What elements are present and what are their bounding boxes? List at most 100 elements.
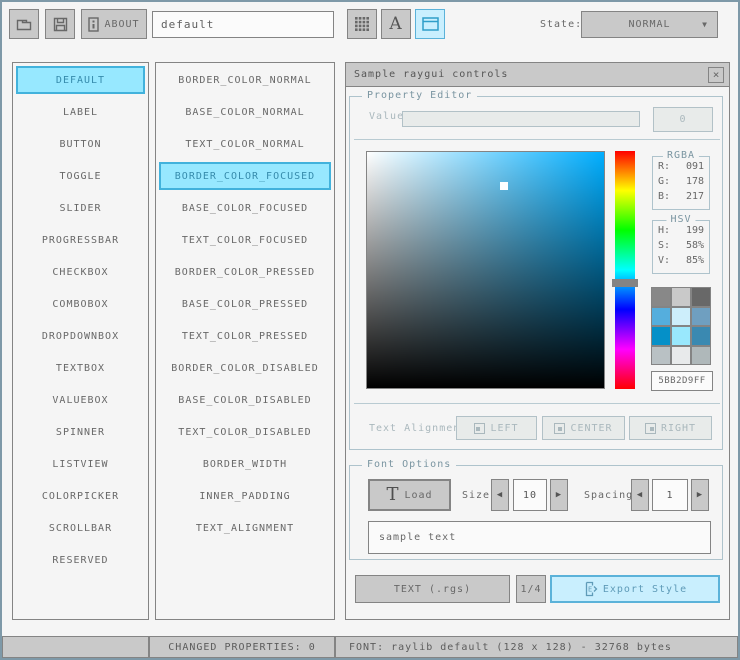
color-saturation-value-panel[interactable] <box>366 151 605 389</box>
list-item-base_color_normal[interactable]: BASE_COLOR_NORMAL <box>159 98 331 126</box>
list-item-base_color_pressed[interactable]: BASE_COLOR_PRESSED <box>159 290 331 318</box>
s-label: S: <box>658 240 671 251</box>
color-cursor[interactable] <box>500 182 509 191</box>
align-right-button[interactable]: RIGHT <box>629 416 712 440</box>
color-swatch-11[interactable] <box>692 346 710 364</box>
controls-list: DEFAULT LABEL BUTTON TOGGLE SLIDER PROGRESSBA… <box>12 62 149 620</box>
spacing-increment-button[interactable]: ▶ <box>691 479 709 511</box>
font-a-icon: A <box>389 14 403 34</box>
close-icon[interactable]: × <box>708 67 724 83</box>
font-options-group: Font Options T Load Size: ◀ 10 ▶ Spacing… <box>349 459 723 560</box>
arrow-left-icon: ◀ <box>636 490 644 500</box>
properties-list: BORDER_COLOR_NORMAL BASE_COLOR_NORMAL TEXT… <box>155 62 335 620</box>
export-style-button[interactable]: E Export Style <box>550 575 720 603</box>
list-item-colorpicker[interactable]: COLORPICKER <box>16 482 145 510</box>
controls-view-button[interactable] <box>415 9 445 39</box>
export-style-icon: E <box>583 581 598 597</box>
list-item-border_color_disabled[interactable]: BORDER_COLOR_DISABLED <box>159 354 331 382</box>
arrow-left-icon: ◀ <box>496 490 504 500</box>
value-slider[interactable] <box>402 111 640 127</box>
h-label: H: <box>658 225 671 236</box>
color-swatch-1[interactable] <box>672 288 690 306</box>
state-dropdown[interactable]: NORMAL ▼ <box>581 11 718 38</box>
color-swatch-0[interactable] <box>652 288 670 306</box>
list-item-border_color_normal[interactable]: BORDER_COLOR_NORMAL <box>159 66 331 94</box>
list-item-border_width[interactable]: BORDER_WIDTH <box>159 450 331 478</box>
list-item-spinner[interactable]: SPINNER <box>16 418 145 446</box>
list-item-border_color_pressed[interactable]: BORDER_COLOR_PRESSED <box>159 258 331 286</box>
style-table-view-button[interactable] <box>347 9 377 39</box>
b-label: B: <box>658 191 671 202</box>
list-item-text_color_normal[interactable]: TEXT_COLOR_NORMAL <box>159 130 331 158</box>
sample-text-box[interactable]: sample text <box>368 521 711 554</box>
size-increment-button[interactable]: ▶ <box>550 479 568 511</box>
color-swatch-3[interactable] <box>652 307 670 325</box>
chevron-down-icon: ▼ <box>702 20 708 29</box>
sample-window-titlebar[interactable]: Sample raygui controls × <box>346 63 729 87</box>
list-item-scrollbar[interactable]: SCROLLBAR <box>16 514 145 542</box>
property-editor-title: Property Editor <box>362 90 478 101</box>
list-item-valuebox[interactable]: VALUEBOX <box>16 386 145 414</box>
save-file-button[interactable] <box>45 9 75 39</box>
list-item-default[interactable]: DEFAULT <box>16 66 145 94</box>
load-font-button[interactable]: T Load <box>368 479 451 511</box>
align-left-button[interactable]: LEFT <box>456 416 537 440</box>
s-value: 58% <box>685 240 704 251</box>
color-swatch-9[interactable] <box>652 346 670 364</box>
size-decrement-button[interactable]: ◀ <box>491 479 509 511</box>
list-item-label[interactable]: LABEL <box>16 98 145 126</box>
list-item-listview[interactable]: LISTVIEW <box>16 450 145 478</box>
hex-value-box[interactable]: 5BB2D9FF <box>651 371 713 391</box>
color-swatch-10[interactable] <box>672 346 690 364</box>
list-item-button[interactable]: BUTTON <box>16 130 145 158</box>
font-spacing-value[interactable]: 1 <box>652 479 688 511</box>
list-item-textbox[interactable]: TEXTBOX <box>16 354 145 382</box>
font-size-value[interactable]: 10 <box>513 479 547 511</box>
list-item-base_color_focused[interactable]: BASE_COLOR_FOCUSED <box>159 194 331 222</box>
list-item-reserved[interactable]: RESERVED <box>16 546 145 574</box>
rgba-title: RGBA <box>662 150 700 161</box>
export-format-button[interactable]: TEXT (.rgs) <box>355 575 510 603</box>
spacing-decrement-button[interactable]: ◀ <box>631 479 649 511</box>
status-segment-empty <box>2 636 149 658</box>
list-item-border_color_focused[interactable]: BORDER_COLOR_FOCUSED <box>159 162 331 190</box>
about-label: ABOUT <box>104 18 140 30</box>
list-item-slider[interactable]: SLIDER <box>16 194 145 222</box>
align-right-icon <box>644 422 656 434</box>
font-view-button[interactable]: A <box>381 9 411 39</box>
list-item-text_color_focused[interactable]: TEXT_COLOR_FOCUSED <box>159 226 331 254</box>
separator-line <box>354 403 720 404</box>
h-value: 199 <box>685 225 704 236</box>
list-item-inner_padding[interactable]: INNER_PADDING <box>159 482 331 510</box>
color-swatch-6[interactable] <box>652 327 670 345</box>
style-name-input[interactable] <box>152 11 334 38</box>
list-item-checkbox[interactable]: CHECKBOX <box>16 258 145 286</box>
color-swatch-2[interactable] <box>692 288 710 306</box>
list-item-text_color_pressed[interactable]: TEXT_COLOR_PRESSED <box>159 322 331 350</box>
status-font-info: FONT: raylib default (128 x 128) - 32768… <box>335 636 738 658</box>
list-item-dropdownbox[interactable]: DROPDOWNBOX <box>16 322 145 350</box>
hue-slider-handle[interactable] <box>612 278 638 287</box>
rgba-group: RGBA R: 091 G: 178 B: 217 <box>652 150 710 210</box>
page-button[interactable]: 1/4 <box>516 575 546 603</box>
hue-slider[interactable] <box>612 151 638 389</box>
list-item-text_alignment[interactable]: TEXT_ALIGNMENT <box>159 514 331 542</box>
align-center-button[interactable]: CENTER <box>542 416 625 440</box>
list-item-base_color_disabled[interactable]: BASE_COLOR_DISABLED <box>159 386 331 414</box>
about-button[interactable]: ABOUT <box>81 9 147 39</box>
color-swatch-8[interactable] <box>692 327 710 345</box>
g-value: 178 <box>685 176 704 187</box>
hsv-title: HSV <box>666 214 696 225</box>
list-item-text_color_disabled[interactable]: TEXT_COLOR_DISABLED <box>159 418 331 446</box>
color-swatch-5[interactable] <box>692 307 710 325</box>
list-item-combobox[interactable]: COMBOBOX <box>16 290 145 318</box>
r-value: 091 <box>685 161 704 172</box>
open-file-button[interactable] <box>9 9 39 39</box>
list-item-progressbar[interactable]: PROGRESSBAR <box>16 226 145 254</box>
color-swatch-4[interactable] <box>672 307 690 325</box>
color-swatch-7[interactable] <box>672 327 690 345</box>
separator-line <box>354 139 720 140</box>
value-button[interactable]: 0 <box>653 107 713 132</box>
list-item-toggle[interactable]: TOGGLE <box>16 162 145 190</box>
state-label: State: <box>540 19 583 30</box>
